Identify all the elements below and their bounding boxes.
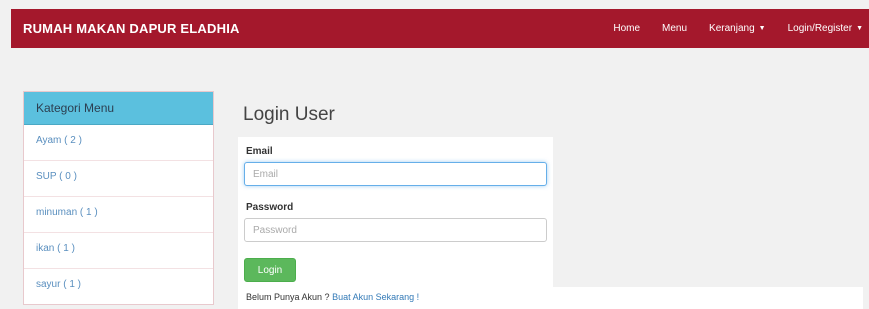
category-item-ayam[interactable]: Ayam ( 2 ) [24, 125, 213, 161]
nav-menu-label: Menu [662, 23, 688, 34]
category-list: Ayam ( 2 ) SUP ( 0 ) minuman ( 1 ) ikan … [24, 125, 213, 305]
nav-home-label: Home [613, 23, 641, 34]
login-form: Email Password Login [238, 137, 553, 287]
nav-menu: Home Menu Keranjang ▼ Login/Register ▼ [591, 9, 869, 48]
password-field[interactable] [244, 218, 547, 242]
caret-down-icon: ▼ [856, 25, 863, 32]
register-prompt: Belum Punya Akun ? Buat Akun Sekarang ! [238, 287, 863, 309]
nav-menu-link[interactable]: Menu [662, 23, 687, 34]
category-item-minuman[interactable]: minuman ( 1 ) [24, 197, 213, 233]
email-field[interactable] [244, 162, 547, 186]
register-prompt-text: Belum Punya Akun ? [246, 292, 333, 302]
nav-cart-label: Keranjang [709, 23, 755, 34]
register-link[interactable]: Buat Akun Sekarang ! [332, 292, 419, 302]
page-title: Login User [243, 104, 335, 125]
nav-home[interactable]: Home [613, 23, 640, 34]
caret-down-icon: ▼ [758, 25, 766, 32]
nav-login-dropdown[interactable]: Login/Register ▼ [788, 23, 863, 34]
email-label: Email [246, 146, 273, 157]
category-item-ikan[interactable]: ikan ( 1 ) [24, 233, 213, 269]
nav-cart-dropdown[interactable]: Keranjang ▼ [709, 23, 766, 34]
nav-login-label: Login/Register [787, 23, 853, 34]
login-button[interactable]: Login [244, 258, 296, 282]
category-item-sup[interactable]: SUP ( 0 ) [24, 161, 213, 197]
brand-title[interactable]: RUMAH MAKAN DAPUR ELADHIA [23, 21, 240, 36]
navbar: RUMAH MAKAN DAPUR ELADHIA Home Menu Kera… [11, 9, 869, 48]
sidebar-header: Kategori Menu [24, 92, 213, 125]
password-label: Password [246, 202, 294, 213]
category-sidebar: Kategori Menu Ayam ( 2 ) SUP ( 0 ) minum… [23, 91, 214, 305]
category-item-sayur[interactable]: sayur ( 1 ) [24, 269, 213, 305]
